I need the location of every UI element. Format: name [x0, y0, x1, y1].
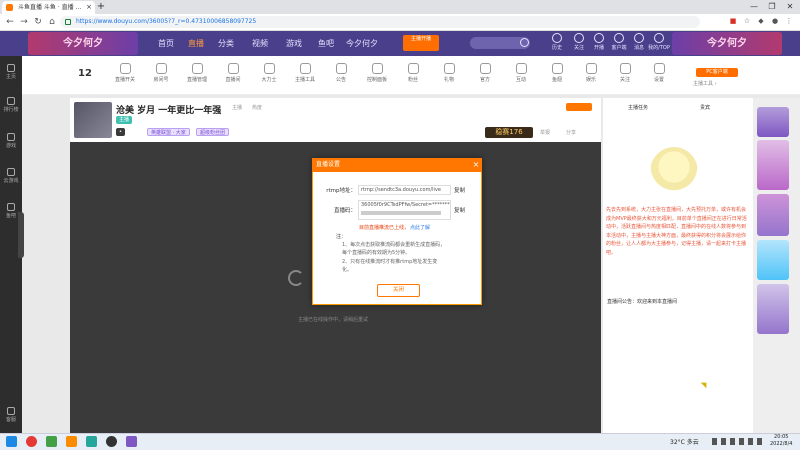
close-dialog-button[interactable]: 关闭 — [377, 284, 420, 297]
app-icon[interactable] — [86, 436, 97, 447]
app-icon[interactable] — [106, 436, 117, 447]
note-line-1b: 每个直播码的有效期为5分钟。 — [342, 250, 411, 256]
stream-code-label: 直播码： — [333, 208, 356, 214]
clock-time: 20:05 — [774, 434, 789, 440]
copy-rtmp-button[interactable]: 复制 — [454, 186, 465, 194]
app-icon[interactable] — [66, 436, 77, 447]
copy-code-button[interactable]: 复制 — [454, 206, 465, 214]
note-label: 注： — [336, 234, 347, 240]
warning-text: 目前直播推流已上线， — [359, 225, 410, 231]
note-line-2b: 化。 — [342, 267, 353, 273]
app-icon[interactable] — [46, 436, 57, 447]
rtmp-address-field[interactable]: rtmp://sendtc3a.douyu.com/live — [358, 185, 451, 195]
learn-more-link[interactable]: 点此了解 — [410, 224, 430, 231]
chrome-icon[interactable] — [26, 436, 37, 447]
dialog-close-icon[interactable]: × — [470, 158, 482, 172]
note-line-2: 2、只有在线推流时才有推rtmp地址发生变 — [342, 259, 438, 265]
stream-code-text: 36005f0r9CTsdPFfw/Secret=******** — [361, 202, 451, 208]
rtmp-label: rtmp地址： — [326, 188, 356, 194]
start-icon[interactable] — [6, 436, 17, 447]
note-line-1: 1、每次点击获取推流码都会重新生成直播码， — [342, 242, 446, 248]
dialog-title: 直播设置 — [312, 158, 482, 172]
clock[interactable]: 20:05 2022/8/4 — [770, 434, 792, 448]
stream-code-field[interactable]: 36005f0r9CTsdPFfw/Secret=******** — [358, 200, 451, 220]
field-scrollbar[interactable] — [361, 211, 441, 215]
stream-settings-dialog — [312, 158, 482, 305]
weather-status[interactable]: 32°C 多云 — [670, 437, 699, 446]
app-icon[interactable] — [126, 436, 137, 447]
tray-icons[interactable] — [712, 438, 762, 445]
clock-date: 2022/8/4 — [770, 441, 793, 447]
